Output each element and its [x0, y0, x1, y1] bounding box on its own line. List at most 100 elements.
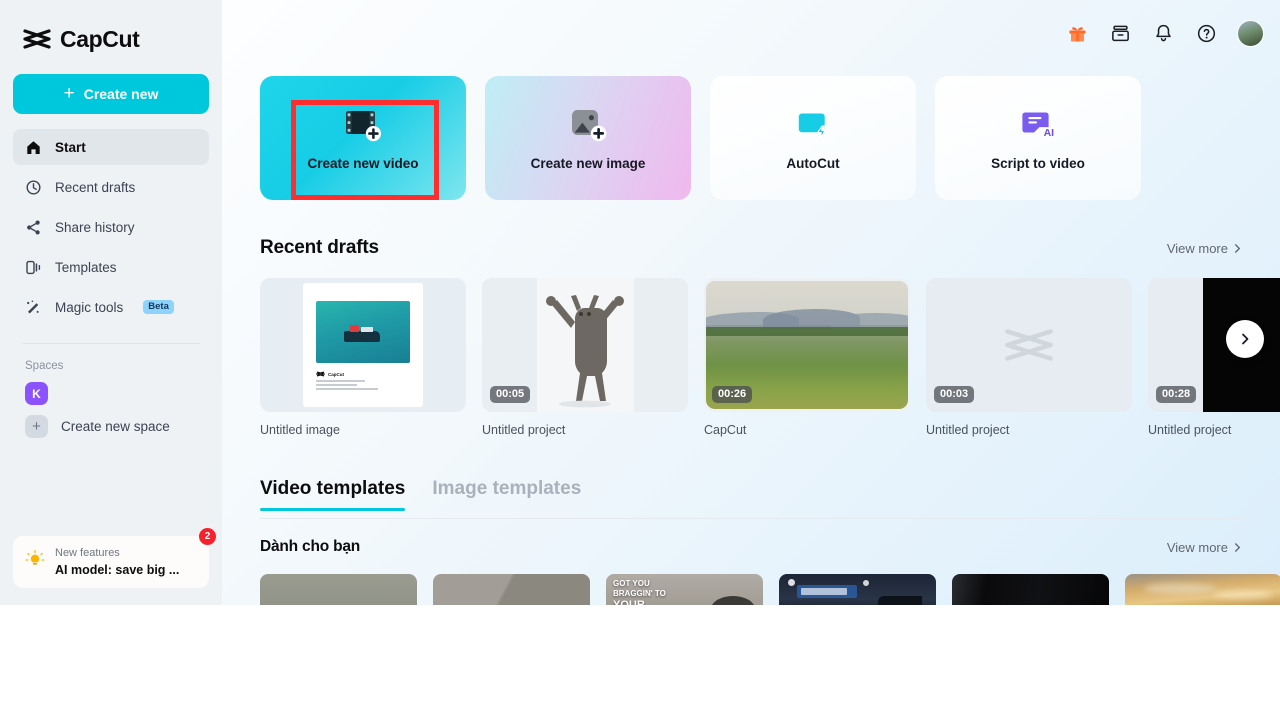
page-title: Recent drafts — [260, 237, 379, 258]
sidebar-nav: Start Recent drafts Share history Templa… — [0, 129, 222, 329]
space-avatar: K — [25, 382, 48, 405]
sidebar-item-label: Magic tools — [55, 299, 124, 315]
topbar — [1065, 20, 1264, 47]
action-card-label: Script to video — [991, 156, 1085, 171]
draft-thumbnail[interactable]: 00:05 — [482, 278, 688, 412]
create-new-image-card[interactable]: Create new image — [485, 76, 691, 200]
script-ai-icon: AI — [1016, 105, 1060, 145]
bell-icon[interactable] — [1151, 22, 1175, 46]
capcut-logo-icon — [22, 28, 52, 50]
recent-drafts-list: CapCut Untitled image 00:05 Untitled pro… — [260, 278, 1280, 437]
action-card-label: AutoCut — [786, 156, 840, 171]
promo-subtitle: AI model: save big ... — [55, 562, 180, 577]
lightbulb-icon — [24, 549, 46, 576]
create-new-button[interactable]: + Create new — [13, 74, 209, 114]
templates-section-title: Dành cho bạn — [260, 538, 361, 555]
template-card[interactable]: GOT YOU BRAGGIN' TO YOUR — [606, 574, 763, 605]
action-cards: Create new video Create new image AutoCu… — [260, 76, 1141, 200]
sidebar-item-templates[interactable]: Templates — [13, 249, 209, 285]
main-content: Create new video Create new image AutoCu… — [222, 0, 1280, 605]
share-icon — [25, 219, 42, 236]
draft-thumbnail[interactable]: 00:03 — [926, 278, 1132, 412]
script-to-video-card[interactable]: AI Script to video — [935, 76, 1141, 200]
caption-line-3: YOUR — [613, 599, 645, 605]
template-card[interactable] — [952, 574, 1109, 605]
sidebar: CapCut + Create new Start Recent drafts … — [0, 0, 222, 605]
templates-section-header: Dành cho bạn View more — [260, 538, 1242, 556]
image-plus-icon — [566, 105, 610, 145]
magic-wand-icon — [25, 299, 42, 316]
draft-name: CapCut — [704, 423, 747, 437]
gift-icon[interactable] — [1065, 22, 1089, 46]
action-card-label: Create new video — [307, 156, 419, 171]
clock-icon — [25, 179, 42, 196]
create-new-video-card[interactable]: Create new video — [260, 76, 466, 200]
drafts-next-button[interactable] — [1226, 320, 1264, 358]
templates-icon — [25, 259, 42, 276]
sidebar-item-label: Share history — [55, 219, 135, 235]
sidebar-item-label: Recent drafts — [55, 179, 136, 195]
action-card-label: Create new image — [530, 156, 646, 171]
brand: CapCut — [0, 0, 222, 58]
spaces-label: Spaces — [25, 360, 64, 372]
promo-title: New features — [55, 547, 120, 560]
draft-card[interactable]: 00:28 Untitled project — [1148, 278, 1280, 437]
home-icon — [25, 139, 42, 156]
draft-card[interactable]: 00:26 CapCut — [704, 278, 910, 437]
film-plus-icon — [341, 105, 385, 145]
user-avatar[interactable] — [1237, 20, 1264, 47]
recent-drafts-header: Recent drafts View more — [260, 237, 1242, 259]
template-card[interactable] — [260, 574, 417, 605]
sidebar-item-label: Templates — [55, 259, 117, 275]
create-new-space-button[interactable]: + Create new space — [0, 405, 222, 438]
chevron-right-icon — [1235, 542, 1240, 552]
promo-card[interactable]: New features AI model: save big ... 2 — [13, 528, 216, 588]
sidebar-item-start[interactable]: Start — [13, 129, 209, 165]
autocut-icon — [791, 105, 835, 145]
help-circle-icon[interactable] — [1194, 22, 1218, 46]
templates-tabs: Video templates Image templates — [260, 478, 581, 511]
promo-badge-count: 2 — [199, 528, 216, 545]
tab-video-templates[interactable]: Video templates — [260, 478, 406, 511]
draft-name: Untitled project — [926, 423, 1010, 437]
draft-duration: 00:26 — [712, 386, 753, 403]
draft-card[interactable]: CapCut Untitled image — [260, 278, 466, 437]
draft-thumbnail[interactable]: 00:26 — [704, 278, 910, 412]
draft-thumbnail[interactable]: CapCut — [260, 278, 466, 412]
sidebar-item-recent-drafts[interactable]: Recent drafts — [13, 169, 209, 205]
view-more-label: View more — [1166, 539, 1228, 555]
brand-name: CapCut — [60, 25, 140, 52]
promo-text: New features AI model: save big ... — [55, 547, 179, 576]
draft-name: Untitled project — [1148, 423, 1232, 437]
template-card[interactable] — [779, 574, 936, 605]
sidebar-item-magic-tools[interactable]: Magic tools Beta — [13, 289, 209, 325]
beta-badge: Beta — [143, 300, 174, 314]
template-card[interactable] — [433, 574, 590, 605]
autocut-card[interactable]: AutoCut — [710, 76, 916, 200]
template-card[interactable] — [1125, 574, 1280, 605]
create-new-label: Create new — [83, 86, 159, 102]
plus-icon: + — [25, 415, 48, 438]
caption-line-2: BRAGGIN' TO — [613, 589, 666, 598]
capcut-placeholder-icon — [1005, 329, 1053, 361]
draft-duration: 00:05 — [490, 386, 531, 403]
templates-list: GOT YOU BRAGGIN' TO YOUR — [260, 574, 1280, 605]
svg-text:AI: AI — [1044, 127, 1055, 139]
space-item-k[interactable]: K — [0, 372, 222, 405]
draft-duration: 00:28 — [1156, 386, 1197, 403]
capcut-home-page: CapCut + Create new Start Recent drafts … — [0, 0, 1280, 720]
tabs-divider — [260, 518, 1242, 519]
chevron-right-icon — [1235, 243, 1240, 253]
archive-box-icon[interactable] — [1108, 22, 1132, 46]
draft-name: Untitled image — [260, 423, 340, 437]
caption-line-1: GOT YOU — [613, 579, 650, 588]
view-more-label: View more — [1166, 240, 1228, 256]
draft-card[interactable]: 00:03 Untitled project — [926, 278, 1132, 437]
draft-name: Untitled project — [482, 423, 566, 437]
create-new-space-label: Create new space — [61, 419, 170, 434]
view-more-templates-link[interactable]: View more — [1167, 540, 1242, 555]
tab-image-templates[interactable]: Image templates — [432, 478, 581, 511]
view-more-drafts-link[interactable]: View more — [1167, 241, 1242, 256]
sidebar-item-share-history[interactable]: Share history — [13, 209, 209, 245]
draft-card[interactable]: 00:05 Untitled project — [482, 278, 688, 437]
